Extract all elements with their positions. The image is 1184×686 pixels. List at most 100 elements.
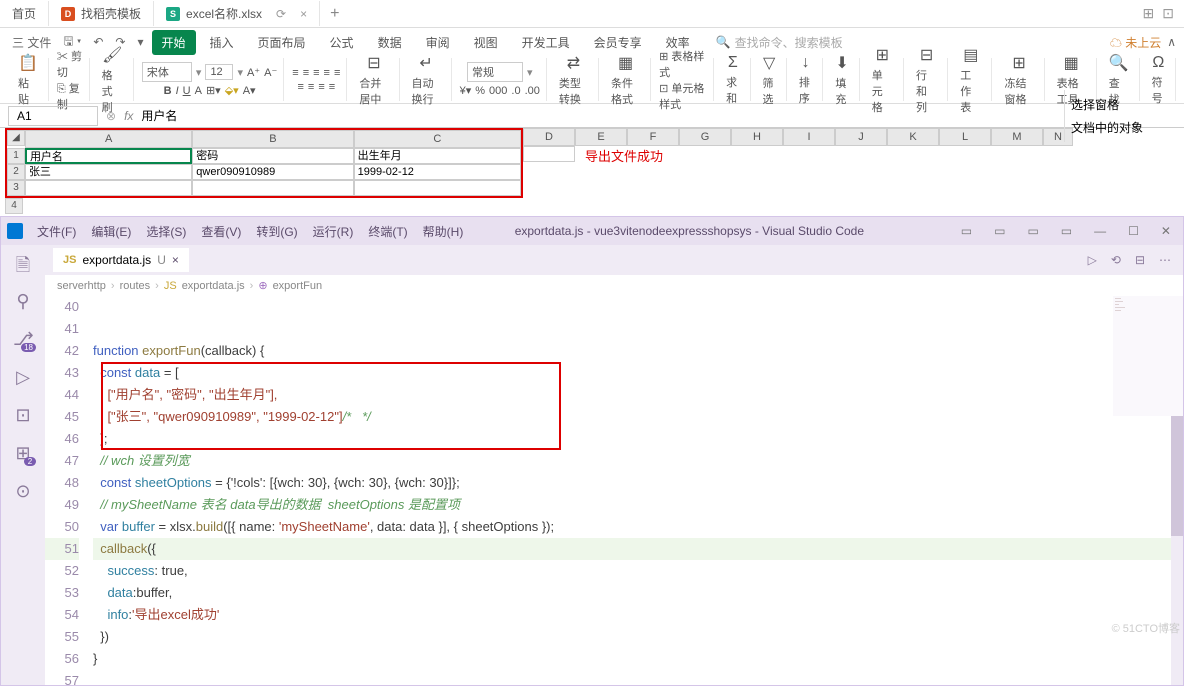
col-header[interactable]: M <box>991 128 1043 146</box>
filter-button[interactable]: ▽筛选 <box>759 53 780 107</box>
cell-a2[interactable]: 张三 <box>25 164 192 180</box>
outdent[interactable]: ≡ <box>334 67 340 79</box>
bc-item[interactable]: routes <box>120 280 151 292</box>
menu-terminal[interactable]: 终端(T) <box>362 221 413 242</box>
align-c[interactable]: ≡ <box>308 81 314 93</box>
freeze-button[interactable]: ⊞冻结窗格 <box>1000 53 1037 107</box>
test-icon[interactable]: ⊙ <box>13 481 33 501</box>
cell[interactable] <box>192 180 353 196</box>
ribbon-tab[interactable]: 公式 <box>320 30 364 55</box>
col-header-b[interactable]: B <box>192 130 353 148</box>
sum-button[interactable]: Σ求和 <box>722 54 743 106</box>
dec-dec[interactable]: .00 <box>525 85 540 97</box>
underline-button[interactable]: U <box>183 85 191 97</box>
merge-button[interactable]: ⊟合并居中 <box>355 53 392 107</box>
numfmt-select[interactable]: 常规 <box>467 62 523 82</box>
cut-button[interactable]: ✂ 剪切 <box>57 48 83 80</box>
font-select[interactable]: 宋体 <box>142 62 192 82</box>
bc-item[interactable]: exportdata.js <box>182 280 245 292</box>
search-box[interactable]: 🔍查找命令、搜索模板 <box>716 34 843 51</box>
minimize-button[interactable]: — <box>1088 222 1112 240</box>
brush-button[interactable]: 🖌格式刷 <box>98 45 127 115</box>
cell[interactable] <box>25 180 192 196</box>
fill-color-button[interactable]: ⬙▾ <box>225 84 239 97</box>
row-header[interactable]: 4 <box>5 198 23 214</box>
percent-button[interactable]: % <box>475 85 485 97</box>
strike-button[interactable]: A <box>195 85 202 97</box>
sort-button[interactable]: ↓排序 <box>795 54 816 106</box>
more-icon[interactable]: ∧ <box>1167 35 1176 49</box>
col-header[interactable]: G <box>679 128 731 146</box>
row-header[interactable]: 2 <box>7 164 25 180</box>
row-header[interactable]: 3 <box>7 180 25 196</box>
col-header[interactable]: K <box>887 128 939 146</box>
paste-button[interactable]: 📋粘贴 <box>14 53 42 107</box>
menu-run[interactable]: 运行(R) <box>307 221 360 242</box>
menu-edit[interactable]: 编辑(E) <box>85 221 137 242</box>
search-icon[interactable]: ⚲ <box>13 291 33 311</box>
align-l[interactable]: ≡ <box>297 81 303 93</box>
layout-icon[interactable]: ▭ <box>1021 222 1044 240</box>
menu-select[interactable]: 选择(S) <box>140 221 192 242</box>
name-box[interactable]: A1 <box>8 106 98 126</box>
border-button[interactable]: ⊞▾ <box>206 84 221 97</box>
ribbon-tab[interactable]: 页面布局 <box>248 30 316 55</box>
currency-button[interactable]: ¥▾ <box>460 84 472 97</box>
ribbon-tab[interactable]: 视图 <box>464 30 508 55</box>
align-mid[interactable]: ≡ <box>303 67 309 79</box>
menu-help[interactable]: 帮助(H) <box>417 221 470 242</box>
bc-item[interactable]: exportFun <box>273 280 323 292</box>
ribbon-tab[interactable]: 插入 <box>200 30 244 55</box>
formula-input[interactable]: 用户名 <box>141 107 177 124</box>
menu-file[interactable]: 文件(F) <box>31 221 82 242</box>
tab-start[interactable]: 开始 <box>152 30 196 55</box>
inc-font[interactable]: A⁺ <box>247 66 260 79</box>
align-r[interactable]: ≡ <box>318 81 324 93</box>
grid2-icon[interactable]: ⊡ <box>1162 5 1174 22</box>
italic-button[interactable]: I <box>176 85 179 97</box>
cell-c1[interactable]: 出生年月 <box>354 148 521 164</box>
maximize-button[interactable]: ☐ <box>1122 222 1145 240</box>
col-header[interactable]: D <box>523 128 575 146</box>
close-button[interactable]: ✕ <box>1155 222 1177 240</box>
tab-home[interactable]: 首页 <box>0 1 49 26</box>
dec-font[interactable]: A⁻ <box>264 66 277 79</box>
qat-more[interactable]: ▾ <box>133 33 147 51</box>
typeconv-button[interactable]: ⇄类型转换 <box>555 53 592 107</box>
layout-icon[interactable]: ▭ <box>988 222 1011 240</box>
ribbon-tab[interactable]: 开发工具 <box>512 30 580 55</box>
menu-view[interactable]: 查看(V) <box>195 221 247 242</box>
col-header-a[interactable]: A <box>25 130 192 148</box>
code-content[interactable]: function exportFun(callback) { const dat… <box>93 296 1183 685</box>
align-top[interactable]: ≡ <box>292 67 298 79</box>
new-tab-button[interactable]: + <box>320 5 349 23</box>
fx-cancel-icon[interactable]: ⊗ <box>106 109 116 123</box>
cellstyle-button[interactable]: ⊡ 单元格样式 <box>659 80 707 112</box>
file-menu[interactable]: 三 文件 <box>8 32 55 53</box>
extensions-icon[interactable]: ⊞2 <box>13 443 33 463</box>
col-header[interactable]: J <box>835 128 887 146</box>
cell-b2[interactable]: qwer090910989 <box>192 164 353 180</box>
layout-icon[interactable]: ▭ <box>1055 222 1078 240</box>
comma-button[interactable]: 000 <box>489 85 507 97</box>
select-pane-label[interactable]: 选择窗格 <box>1071 96 1178 113</box>
dec-inc[interactable]: .0 <box>511 85 520 97</box>
cell-a1[interactable]: 用户名 <box>25 148 192 164</box>
cloud-icon[interactable]: ☁ 未上云 <box>1110 34 1161 51</box>
cell-button[interactable]: ⊞单元格 <box>868 45 897 115</box>
row-header[interactable]: 1 <box>7 148 25 164</box>
ribbon-tab[interactable]: 审阅 <box>416 30 460 55</box>
minimap[interactable]: ▬▬▬▬▬▬▬▬▬▬▬▬▬▬▬▬▬ <box>1113 296 1183 416</box>
rowcol-button[interactable]: ⊟行和列 <box>912 45 941 115</box>
debug-icon[interactable]: ▷ <box>13 367 33 387</box>
remote-icon[interactable]: ⊡ <box>13 405 33 425</box>
condfmt-button[interactable]: ▦条件格式 <box>607 53 644 107</box>
ribbon-tab[interactable]: 会员专享 <box>584 30 652 55</box>
indent[interactable]: ≡ <box>324 67 330 79</box>
col-header[interactable]: E <box>575 128 627 146</box>
align-bot[interactable]: ≡ <box>313 67 319 79</box>
tab-template[interactable]: D找稻壳模板 <box>49 1 154 26</box>
align-j[interactable]: ≡ <box>329 81 335 93</box>
diff-icon[interactable]: ⊟ <box>1135 253 1145 267</box>
scm-icon[interactable]: ⎇18 <box>13 329 33 349</box>
